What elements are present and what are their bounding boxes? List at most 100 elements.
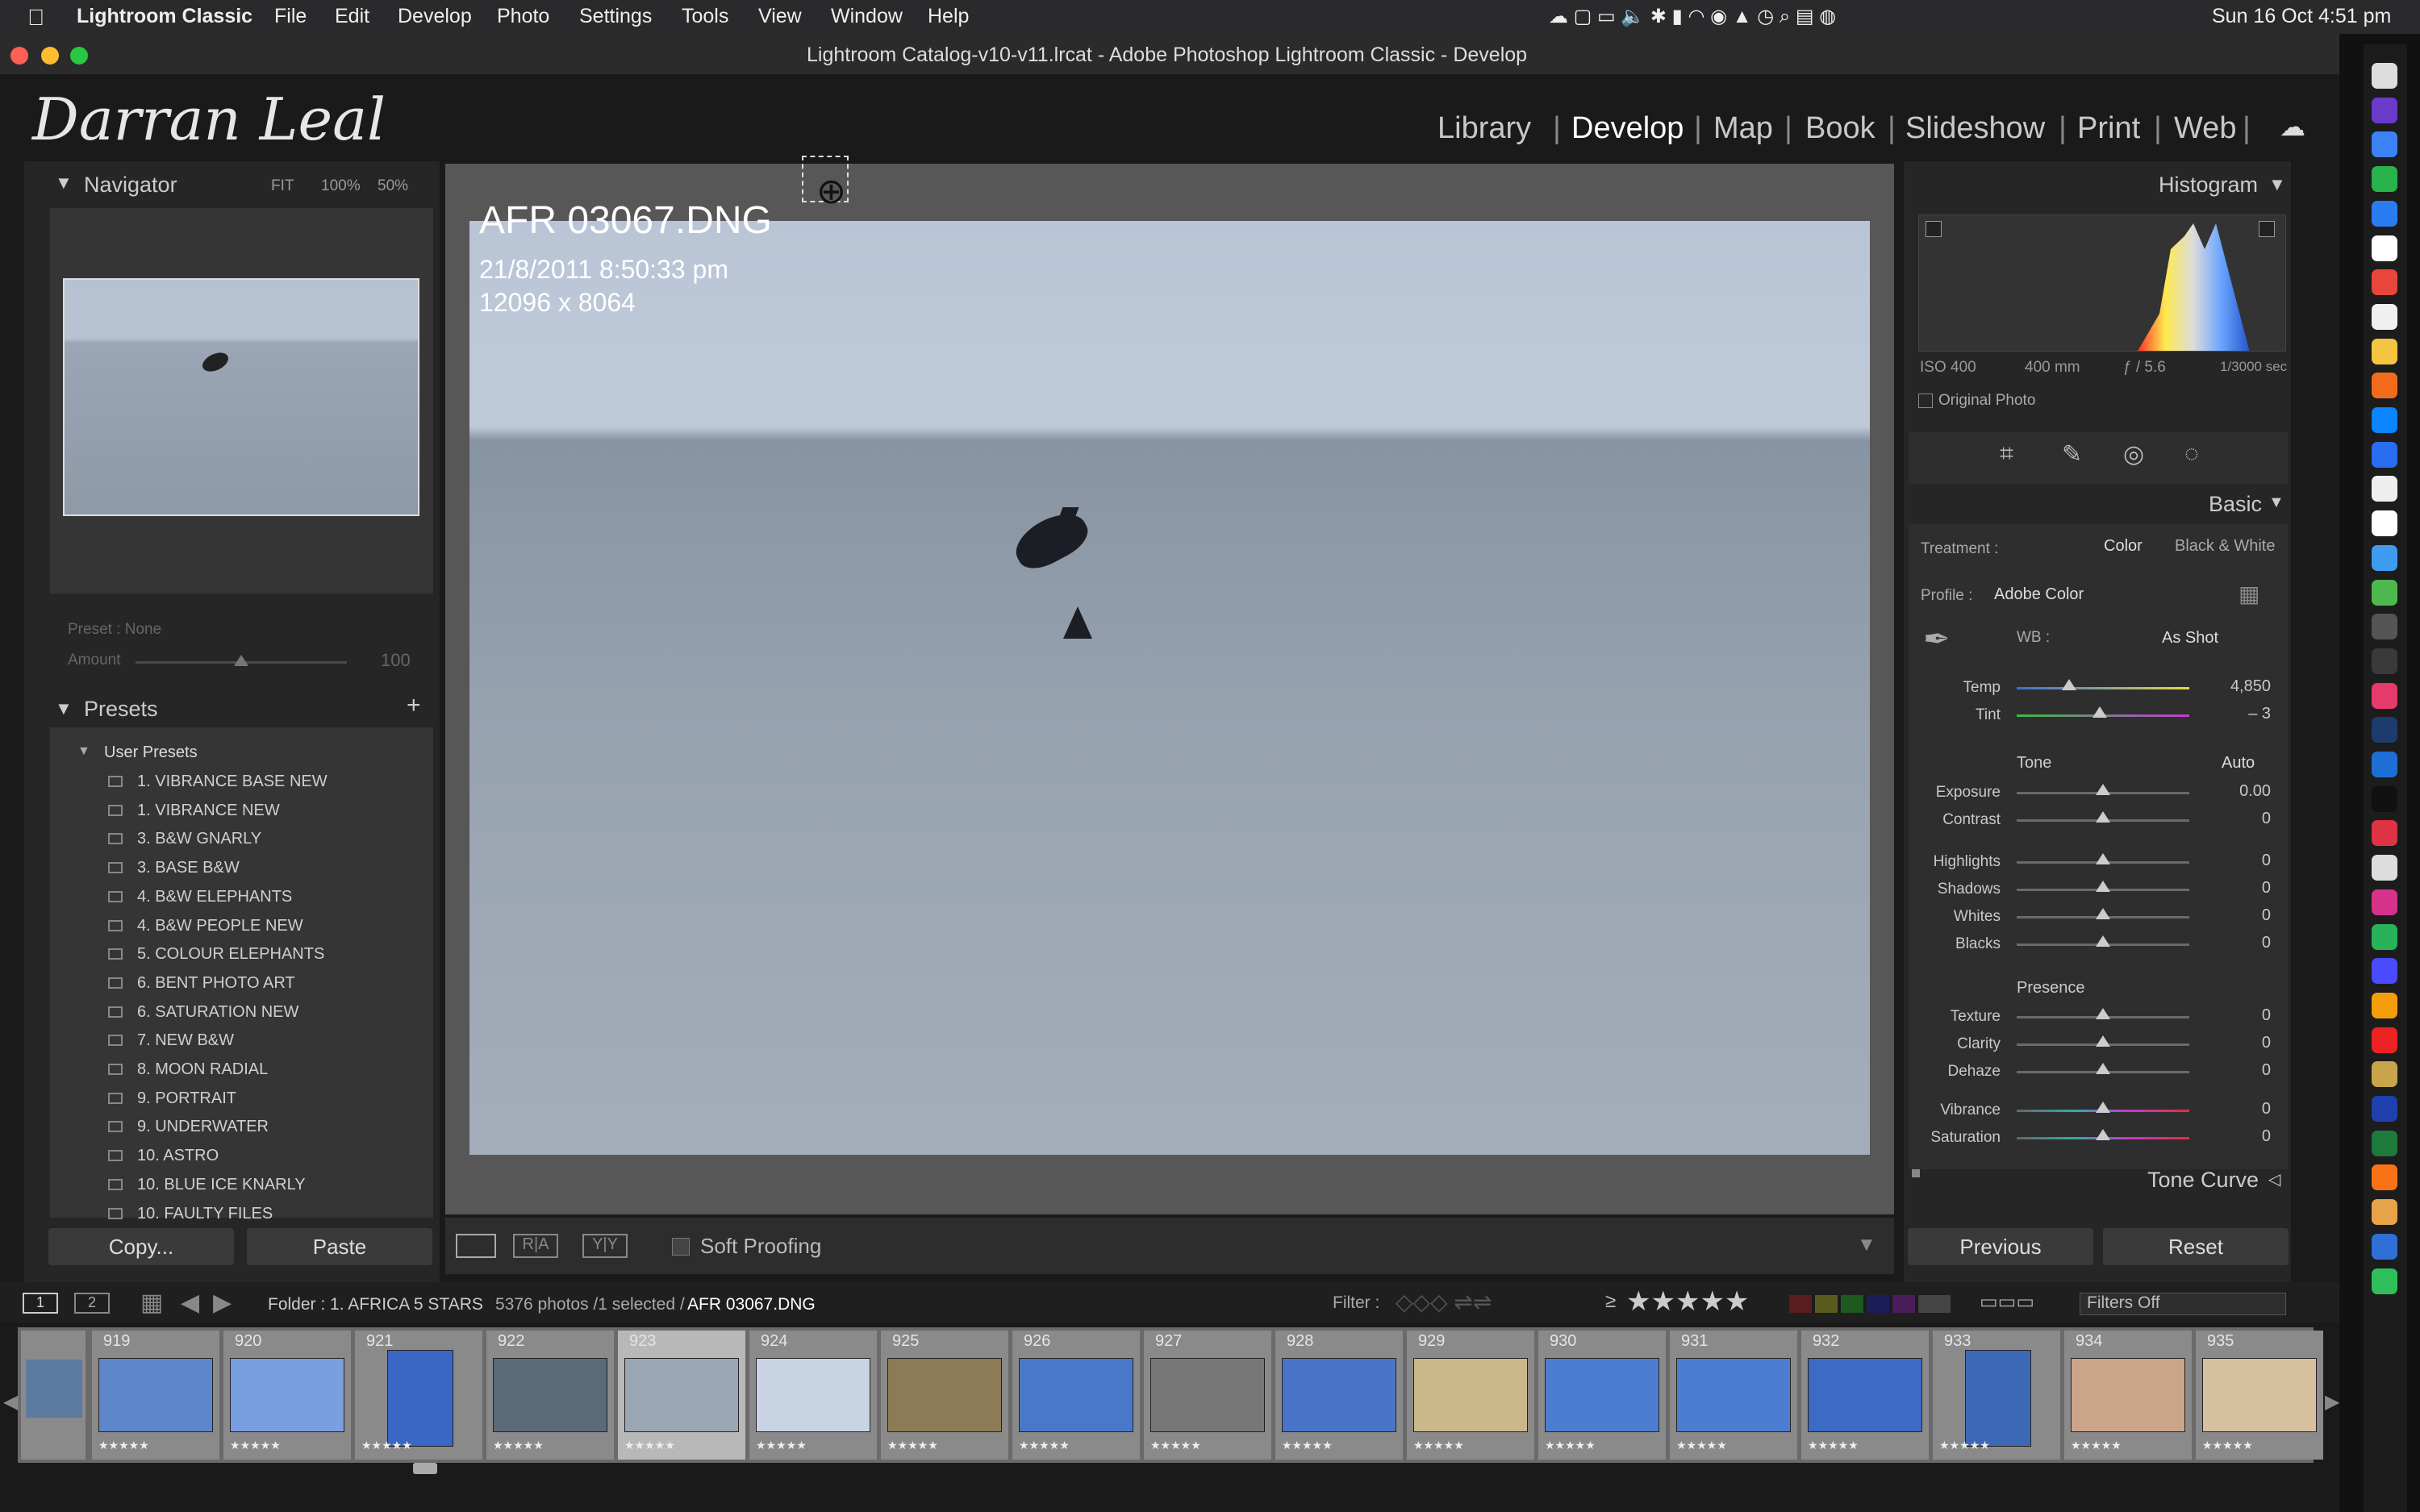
dock-app-icon[interactable]	[2372, 97, 2397, 123]
menu-window[interactable]: Window	[831, 5, 903, 28]
before-after-split-icon[interactable]: Y|Y	[582, 1234, 628, 1258]
preset-item[interactable]: 8. MOON RADIAL	[137, 1060, 268, 1079]
highlights-slider-thumb[interactable]	[2096, 853, 2110, 864]
preset-item[interactable]: 4. B&W PEOPLE NEW	[137, 917, 303, 935]
shadows-value[interactable]: 0	[2198, 879, 2271, 898]
healing-tool-icon[interactable]: ✎	[2062, 440, 2082, 469]
histogram-collapse-icon[interactable]: ▼	[2268, 174, 2286, 195]
add-preset-icon[interactable]: +	[407, 692, 421, 719]
preset-item[interactable]: 10. BLUE ICE KNARLY	[137, 1176, 306, 1194]
histogram-graph[interactable]	[1918, 215, 2286, 352]
forward-arrow-icon[interactable]: ▶	[213, 1289, 232, 1317]
dock-app-icon[interactable]	[2372, 544, 2397, 571]
temp-slider[interactable]	[2017, 687, 2189, 689]
loupe-view-icon[interactable]	[456, 1234, 496, 1258]
preset-item[interactable]: 4. B&W ELEPHANTS	[137, 888, 292, 906]
tint-slider-thumb[interactable]	[2092, 706, 2107, 718]
module-book[interactable]: Book	[1805, 111, 1876, 146]
temp-slider-thumb[interactable]	[2062, 679, 2076, 690]
dock-app-icon[interactable]	[2372, 303, 2397, 330]
dock-app-icon[interactable]	[2372, 1130, 2397, 1156]
dock-app-icon[interactable]	[2372, 1164, 2397, 1191]
dock-app-icon[interactable]	[2372, 614, 2397, 640]
saturation-slider-thumb[interactable]	[2096, 1129, 2110, 1140]
dock-app-icon[interactable]	[2372, 510, 2397, 537]
vibrance-slider-thumb[interactable]	[2096, 1102, 2110, 1113]
main-window-button[interactable]: 1	[23, 1293, 58, 1314]
dock-app-icon[interactable]	[2372, 269, 2397, 296]
menu-settings[interactable]: Settings	[579, 5, 652, 28]
exposure-slider-thumb[interactable]	[2096, 784, 2110, 795]
dock-app-icon[interactable]	[2372, 373, 2397, 399]
masking-tool-icon[interactable]: ◌	[2184, 440, 2199, 468]
dock-app-icon[interactable]	[2372, 441, 2397, 468]
presets-collapse-icon[interactable]: ▼	[55, 698, 73, 719]
filter-view-icons[interactable]: ▭▭▭	[1980, 1290, 2034, 1314]
dock-app-icon[interactable]	[2372, 407, 2397, 433]
auto-tone-button[interactable]: Auto	[2222, 754, 2255, 773]
clarity-value[interactable]: 0	[2198, 1034, 2271, 1052]
shadows-slider-thumb[interactable]	[2096, 881, 2110, 892]
dock-app-icon[interactable]	[2372, 648, 2397, 674]
clarity-slider-thumb[interactable]	[2096, 1035, 2110, 1047]
preset-item[interactable]: 9. UNDERWATER	[137, 1118, 269, 1136]
previous-button[interactable]: Previous	[1908, 1228, 2093, 1265]
preset-item[interactable]: 6. SATURATION NEW	[137, 1003, 298, 1022]
saturation-value[interactable]: 0	[2198, 1127, 2271, 1146]
blacks-slider-thumb[interactable]	[2096, 935, 2110, 947]
menu-develop[interactable]: Develop	[398, 5, 472, 28]
preset-item[interactable]: 3. B&W GNARLY	[137, 830, 261, 848]
dock-app-icon[interactable]	[2372, 1268, 2397, 1294]
highlight-clipping-icon[interactable]	[2259, 221, 2275, 237]
menu-edit[interactable]: Edit	[335, 5, 369, 28]
dock-app-icon[interactable]	[2372, 682, 2397, 709]
shadow-clipping-icon[interactable]	[1926, 221, 1942, 237]
navigator-preview-image[interactable]	[63, 278, 419, 516]
highlights-value[interactable]: 0	[2198, 852, 2271, 870]
menu-photo[interactable]: Photo	[497, 5, 549, 28]
crop-tool-icon[interactable]: ⌗	[2000, 440, 2013, 468]
menu-tools[interactable]: Tools	[682, 5, 728, 28]
main-photo[interactable]	[469, 221, 1870, 1155]
dock-app-icon[interactable]	[2372, 923, 2397, 950]
user-presets-group[interactable]: User Presets	[104, 744, 198, 762]
filmstrip-thumbnail[interactable]	[21, 1331, 86, 1460]
dock-app-icon[interactable]	[2372, 820, 2397, 847]
app-menu[interactable]: Lightroom Classic	[77, 5, 252, 28]
preset-item[interactable]: 6. BENT PHOTO ART	[137, 974, 295, 993]
wb-eyedropper-icon[interactable]: ✒	[1923, 621, 1951, 658]
apple-menu-icon[interactable]: 	[27, 5, 44, 31]
grid-view-icon[interactable]: ▦	[140, 1289, 163, 1317]
texture-value[interactable]: 0	[2198, 1006, 2271, 1025]
dehaze-slider-thumb[interactable]	[2096, 1063, 2110, 1074]
module-map[interactable]: Map	[1713, 111, 1773, 146]
dock-app-icon[interactable]	[2372, 131, 2397, 158]
dock-app-icon[interactable]	[2372, 752, 2397, 777]
zoom-50[interactable]: 50%	[378, 177, 408, 195]
red-eye-tool-icon[interactable]: ◎	[2123, 440, 2144, 469]
texture-slider-thumb[interactable]	[2096, 1008, 2110, 1019]
menu-file[interactable]: File	[274, 5, 307, 28]
basic-collapse-icon[interactable]: ▼	[2268, 494, 2284, 512]
dock-app-icon[interactable]	[2372, 1233, 2397, 1260]
dock-app-icon[interactable]	[2372, 889, 2397, 915]
dock-app-icon[interactable]	[2372, 1096, 2397, 1122]
back-arrow-icon[interactable]: ◀	[181, 1289, 199, 1317]
clock[interactable]: Sun 16 Oct 4:51 pm	[2212, 5, 2391, 28]
preset-item[interactable]: 5. COLOUR ELEPHANTS	[137, 945, 324, 964]
dock-app-icon[interactable]	[2372, 235, 2397, 261]
module-slideshow[interactable]: Slideshow	[1905, 111, 2045, 146]
profile-browser-icon[interactable]: ▦	[2238, 581, 2259, 607]
filmstrip-scrollbar[interactable]	[413, 1463, 437, 1474]
contrast-slider-thumb[interactable]	[2096, 811, 2110, 823]
zoom-window-button[interactable]	[70, 47, 88, 65]
filmstrip-scroll-left-icon[interactable]: ◀	[3, 1390, 18, 1414]
navigator-collapse-icon[interactable]: ▼	[55, 173, 73, 194]
wb-dropdown[interactable]: As Shot	[2162, 629, 2218, 648]
dock-app-icon[interactable]	[2372, 200, 2397, 227]
preset-item[interactable]: 1. VIBRANCE BASE NEW	[137, 773, 328, 791]
dock-app-icon[interactable]	[2372, 338, 2397, 364]
amount-slider-thumb[interactable]	[234, 655, 248, 666]
preset-item[interactable]: 10. FAULTY FILES	[137, 1205, 273, 1223]
minimize-window-button[interactable]	[41, 47, 59, 65]
